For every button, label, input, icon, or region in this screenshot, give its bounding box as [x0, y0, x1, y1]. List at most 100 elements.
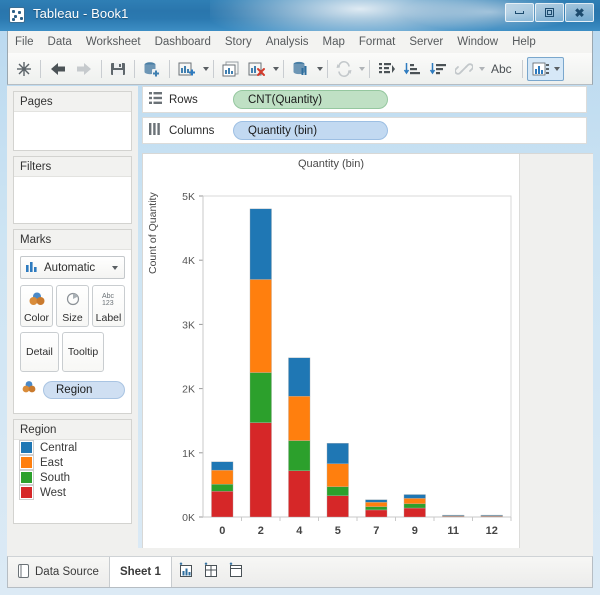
new-worksheet-icon[interactable]	[178, 562, 195, 583]
label-icon: Abc 123	[98, 286, 120, 312]
menu-bar: File Data Worksheet Dashboard Story Anal…	[7, 31, 593, 53]
sheet-tab-sheet1[interactable]: Sheet 1	[110, 557, 172, 587]
swap-rows-columns-icon[interactable]	[374, 57, 400, 81]
columns-shelf[interactable]: Columns Quantity (bin)	[142, 117, 587, 144]
marks-card: Marks Automatic	[13, 229, 132, 414]
maximize-button[interactable]	[535, 3, 564, 22]
data-source-icon[interactable]	[288, 57, 314, 81]
new-worksheet-dropdown-caret[interactable]	[203, 67, 209, 71]
sort-descending-icon[interactable]	[426, 57, 452, 81]
show-me-icon[interactable]	[527, 57, 564, 81]
pages-card: Pages	[13, 91, 132, 151]
legend-item-west[interactable]: West	[14, 485, 131, 500]
title-bar: Tableau - Book1 ✖	[0, 0, 600, 31]
legend-item-central[interactable]: Central	[14, 440, 131, 455]
y-tick-label: 1K	[182, 448, 195, 460]
marks-buttons-row-1: Color Size Abc 123	[20, 285, 125, 327]
size-button[interactable]: Size	[56, 285, 89, 327]
svg-text:123: 123	[102, 300, 114, 307]
color-icon	[20, 379, 38, 400]
close-button[interactable]: ✖	[565, 3, 594, 22]
bar-segment	[365, 507, 387, 510]
add-data-source-icon[interactable]	[139, 57, 165, 81]
toolbar-separator	[522, 60, 523, 78]
rows-shelf[interactable]: Rows CNT(Quantity)	[142, 86, 587, 113]
bar-segment	[211, 484, 233, 491]
bar-segment	[404, 504, 426, 508]
color-icon	[27, 286, 47, 312]
back-arrow-icon[interactable]	[45, 57, 71, 81]
y-tick-label: 4K	[182, 255, 195, 267]
chevron-down-icon[interactable]	[112, 266, 118, 270]
sort-ascending-icon[interactable]	[400, 57, 426, 81]
menu-item-file[interactable]: File	[8, 34, 41, 50]
bar-segment	[327, 496, 349, 517]
chart-canvas[interactable]: Quantity (bin) Count of Quantity 0K1K2K3…	[143, 154, 519, 555]
size-button-label: Size	[62, 312, 82, 324]
status-bar-filler	[251, 557, 592, 587]
y-tick-label: 3K	[182, 319, 195, 331]
menu-item-map[interactable]: Map	[316, 34, 352, 50]
left-sidebar: Pages Filters Marks Automatic	[7, 86, 138, 556]
menu-item-help[interactable]: Help	[505, 34, 543, 50]
window-controls: ✖	[504, 3, 594, 22]
tableau-icon	[9, 7, 25, 23]
pages-shelf[interactable]	[14, 112, 131, 132]
viz-right-margin	[519, 154, 593, 555]
tableau-home-icon[interactable]	[12, 57, 36, 81]
menu-item-data[interactable]: Data	[41, 34, 79, 50]
new-worksheet-icon[interactable]	[174, 57, 200, 81]
data-source-tab[interactable]: Data Source	[8, 557, 110, 587]
forward-arrow-icon	[71, 57, 97, 81]
menu-item-analysis[interactable]: Analysis	[259, 34, 316, 50]
labels-toggle[interactable]: Abc	[485, 57, 518, 81]
svg-text:Abc: Abc	[102, 293, 115, 300]
menu-item-format[interactable]: Format	[352, 34, 402, 50]
show-me-dropdown-caret[interactable]	[554, 67, 560, 71]
bar-segment	[250, 279, 272, 372]
label-button[interactable]: Abc 123 Label	[92, 285, 125, 327]
toolbar-separator	[169, 60, 170, 78]
marks-color-pill[interactable]: Region	[43, 381, 125, 399]
menu-item-dashboard[interactable]: Dashboard	[148, 34, 218, 50]
mark-type-value: Automatic	[44, 262, 95, 274]
columns-pill-quantity-bin[interactable]: Quantity (bin)	[233, 121, 388, 140]
menu-item-story[interactable]: Story	[218, 34, 259, 50]
new-story-icon[interactable]	[228, 562, 245, 583]
menu-item-worksheet[interactable]: Worksheet	[79, 34, 148, 50]
mark-type-dropdown[interactable]: Automatic	[20, 256, 125, 279]
legend-item-east[interactable]: East	[14, 455, 131, 470]
legend-item-south[interactable]: South	[14, 470, 131, 485]
minimize-button[interactable]	[505, 3, 534, 22]
x-tick-label: 4	[296, 525, 303, 537]
tooltip-button[interactable]: Tooltip	[62, 332, 104, 372]
bar-segment	[442, 515, 464, 516]
x-tick-label: 7	[373, 525, 379, 537]
legend-title: Region	[14, 420, 131, 440]
bar-segment	[288, 358, 310, 397]
filters-shelf[interactable]	[14, 177, 131, 197]
rows-icon	[149, 92, 162, 107]
save-icon[interactable]	[106, 57, 130, 81]
bar-segment	[327, 464, 349, 487]
clear-sheet-icon[interactable]	[244, 57, 270, 81]
y-tick-label: 5K	[182, 191, 195, 203]
bar-segment	[211, 470, 233, 484]
toolbar-separator	[213, 60, 214, 78]
color-button[interactable]: Color	[20, 285, 53, 327]
legend-label: Central	[40, 442, 77, 454]
bar-segment	[288, 441, 310, 471]
bar-chart-icon	[25, 259, 39, 277]
duplicate-sheet-icon[interactable]	[218, 57, 244, 81]
rows-pill-cnt-quantity[interactable]: CNT(Quantity)	[233, 90, 388, 109]
data-source-label: Data Source	[35, 566, 99, 578]
menu-item-server[interactable]: Server	[402, 34, 450, 50]
bar-segment	[404, 495, 426, 499]
data-source-dropdown-caret[interactable]	[317, 67, 323, 71]
toolbar-separator	[40, 60, 41, 78]
new-dashboard-icon[interactable]	[203, 562, 220, 583]
detail-button[interactable]: Detail	[20, 332, 59, 372]
new-object-buttons	[172, 557, 251, 587]
menu-item-window[interactable]: Window	[450, 34, 505, 50]
clear-sheet-dropdown-caret[interactable]	[273, 67, 279, 71]
